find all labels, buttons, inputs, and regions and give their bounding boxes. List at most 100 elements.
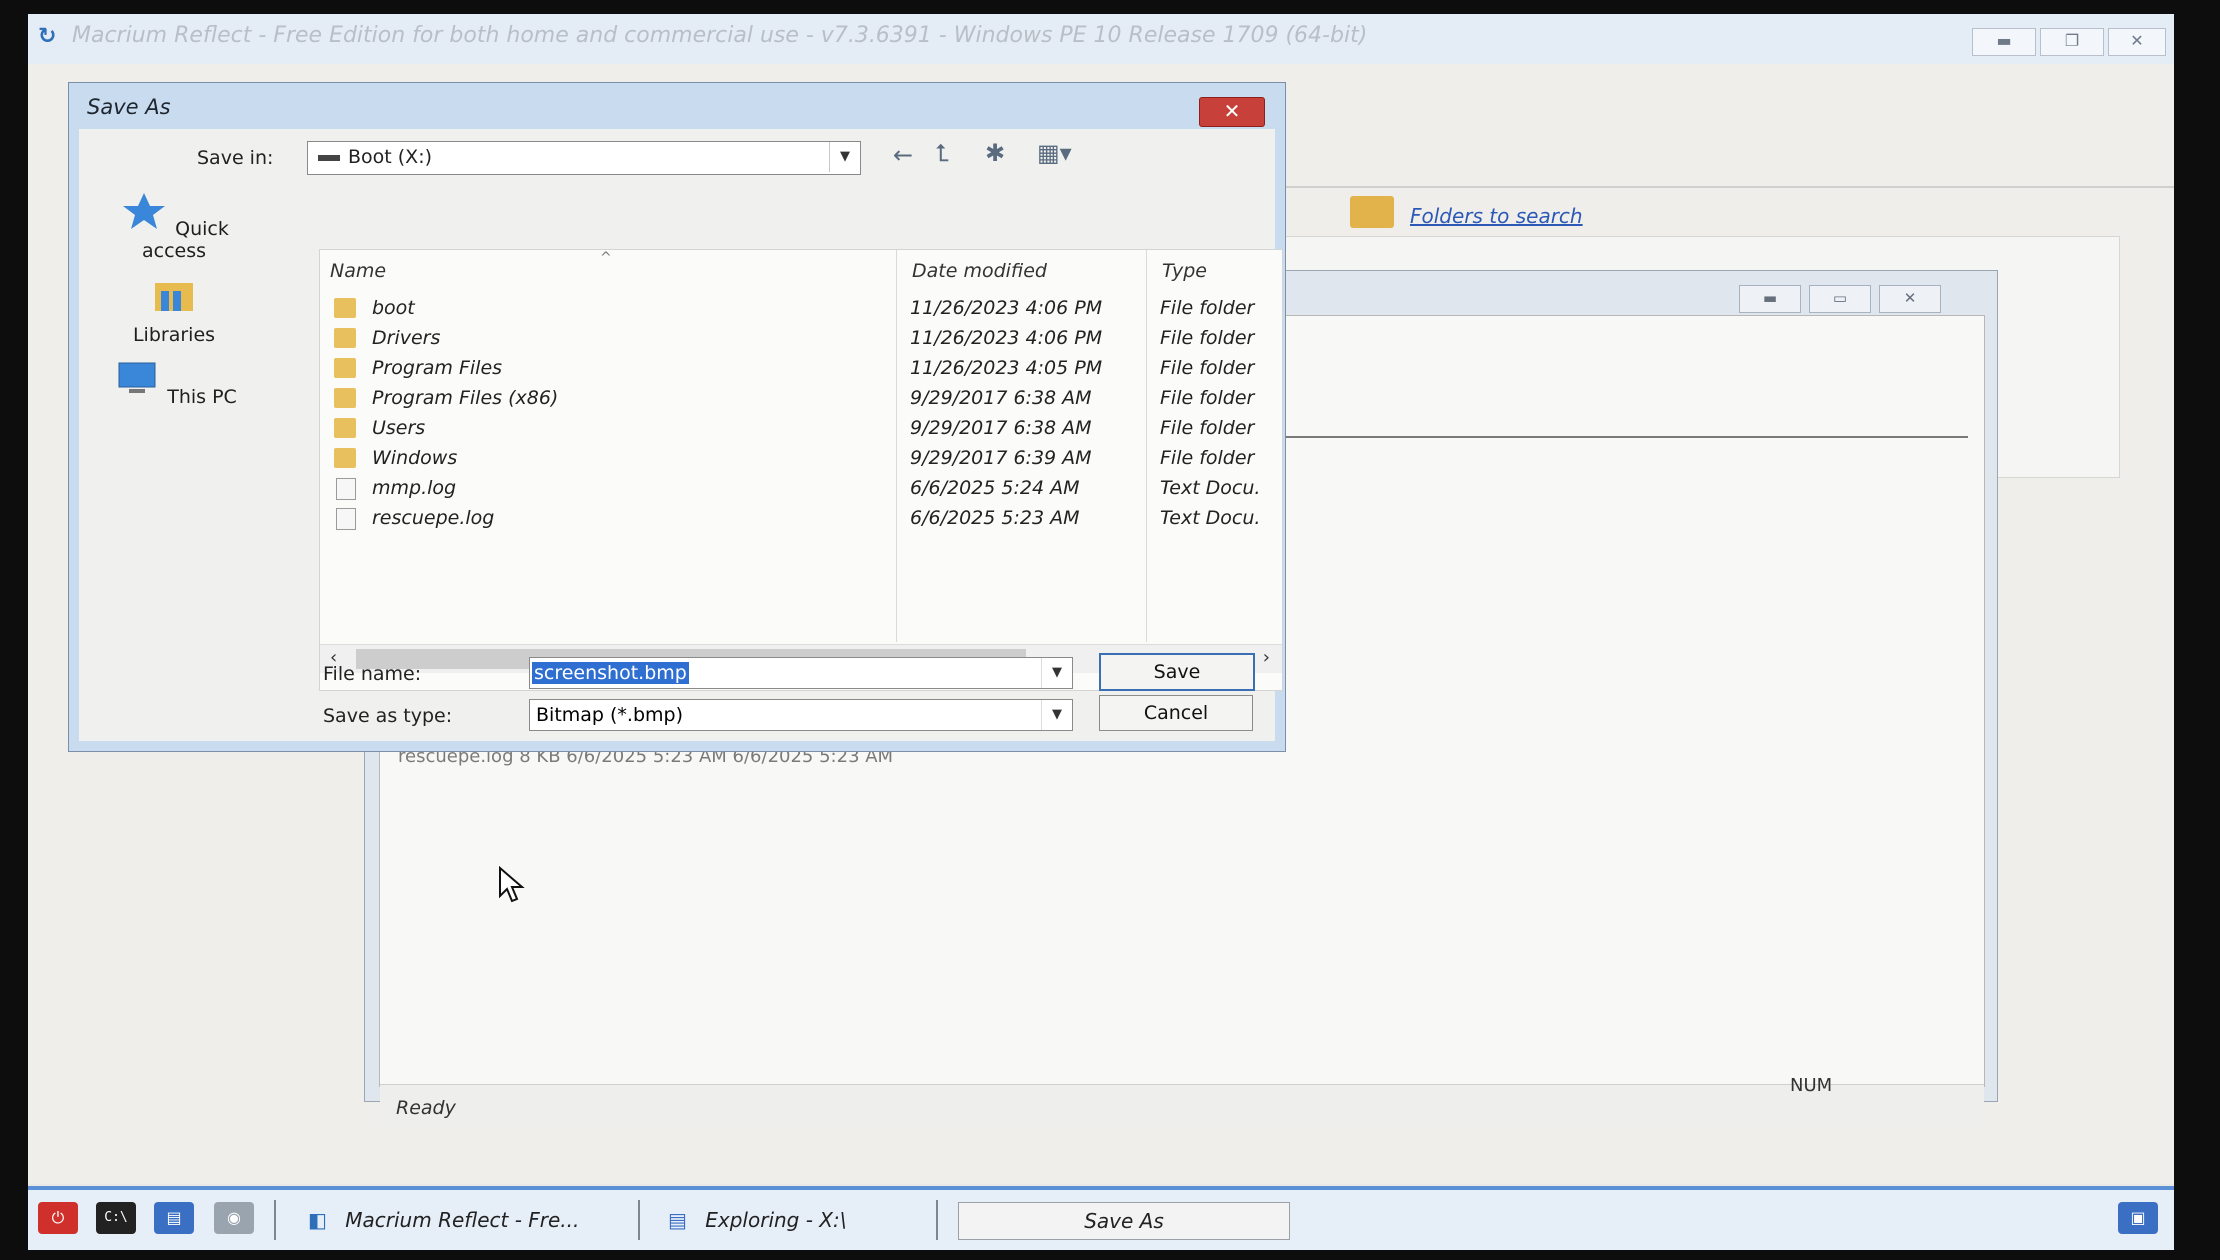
file-row[interactable]: mmp.log 6/6/2025 5:24 AM Text Docu. <box>320 474 1282 504</box>
shutdown-icon[interactable]: ⏻ <box>38 1202 78 1234</box>
file-type: File folder <box>1160 447 1255 469</box>
cancel-button[interactable]: Cancel <box>1099 695 1253 731</box>
new-folder-icon[interactable]: ✱ <box>985 139 1005 167</box>
back-arrow-icon[interactable]: ← <box>893 141 913 169</box>
folders-search-icon <box>1350 196 1394 228</box>
taskbar-item-macrium[interactable]: ◧ Macrium Reflect - Fre... <box>308 1202 579 1238</box>
folder-icon <box>334 388 356 408</box>
file-row[interactable]: rescuepe.log 6/6/2025 5:23 AM Text Docu. <box>320 504 1282 534</box>
main-titlebar: ↻ Macrium Reflect - Free Edition for bot… <box>28 14 2174 65</box>
status-text: Ready <box>396 1097 456 1119</box>
close-button[interactable]: ✕ <box>2108 28 2166 56</box>
file-name: Users <box>372 417 426 439</box>
explorer-icon: ▤ <box>668 1208 687 1232</box>
file-date: 11/26/2023 4:06 PM <box>910 327 1103 349</box>
file-name-field[interactable]: screenshot.bmp ▼ <box>529 657 1073 689</box>
up-folder-icon[interactable]: ⮤ <box>935 139 949 167</box>
taskbar-item-exploring[interactable]: ▤ Exploring - X:\ <box>668 1202 847 1238</box>
sort-ascending-icon: ^ <box>600 250 612 266</box>
save-in-value: Boot (X:) <box>348 146 433 168</box>
file-date: 11/26/2023 4:06 PM <box>910 297 1103 319</box>
dialog-client: Save in: Boot (X:) ▼ ← ⮤ ✱ ▦▾ Quick acce… <box>79 129 1283 741</box>
file-row[interactable]: Program Files (x86) 9/29/2017 6:38 AM Fi… <box>320 384 1282 414</box>
file-type: Text Docu. <box>1160 477 1261 499</box>
file-name: Drivers <box>372 327 441 349</box>
chevron-down-icon[interactable]: ▼ <box>1041 700 1072 730</box>
save-as-type-label: Save as type: <box>323 705 453 727</box>
column-header-name[interactable]: Name <box>330 260 386 282</box>
taskbar-item-label: Macrium Reflect - Fre... <box>345 1208 580 1232</box>
computer-icon <box>118 362 156 393</box>
folder-icon <box>334 448 356 468</box>
dialog-title: Save As <box>87 95 171 119</box>
folder-icon <box>334 358 356 378</box>
explorer-divider <box>1280 436 1968 438</box>
file-name: mmp.log <box>372 477 457 499</box>
text-file-icon <box>336 508 356 530</box>
save-button[interactable]: Save <box>1099 653 1255 691</box>
explorer-maximize-button[interactable]: ▭ <box>1809 285 1871 313</box>
mouse-cursor-icon <box>499 866 525 903</box>
file-type: File folder <box>1160 387 1255 409</box>
chevron-down-icon[interactable]: ▼ <box>829 142 860 172</box>
save-as-type-select[interactable]: Bitmap (*.bmp) ▼ <box>529 699 1073 731</box>
view-menu-icon[interactable]: ▦▾ <box>1037 139 1072 167</box>
camera-icon[interactable]: ◉ <box>214 1202 254 1234</box>
command-prompt-icon[interactable]: C:\ <box>96 1202 136 1234</box>
file-type: File folder <box>1160 327 1255 349</box>
file-list[interactable]: Name ^ Date modified Type boot 11/26/202… <box>319 249 1283 691</box>
place-this-pc[interactable]: This PC <box>109 359 239 408</box>
file-type: File folder <box>1160 297 1255 319</box>
column-header-type[interactable]: Type <box>1162 260 1207 282</box>
explorer-status-bar: Ready NUM <box>380 1075 1984 1129</box>
folder-icon <box>334 298 356 318</box>
save-in-combo[interactable]: Boot (X:) ▼ <box>307 141 861 175</box>
text-file-icon <box>336 478 356 500</box>
file-row[interactable]: Drivers 11/26/2023 4:06 PM File folder <box>320 324 1282 354</box>
taskbar: ⏻ C:\ ▤ ◉ ◧ Macrium Reflect - Fre... ▤ E… <box>28 1186 2174 1250</box>
file-row[interactable]: Users 9/29/2017 6:38 AM File folder <box>320 414 1282 444</box>
taskbar-item-save-as[interactable]: Save As <box>958 1202 1290 1240</box>
file-name: boot <box>372 297 415 319</box>
explorer-quicklaunch-icon[interactable]: ▤ <box>154 1202 194 1234</box>
file-name: Program Files <box>372 357 503 379</box>
minimize-button[interactable]: ▬ <box>1972 28 2036 56</box>
macrium-app-icon: ↻ <box>38 24 57 49</box>
file-date: 9/29/2017 6:39 AM <box>910 447 1092 469</box>
restore-button[interactable]: ❐ <box>2040 28 2104 56</box>
file-date: 6/6/2025 5:23 AM <box>910 507 1080 529</box>
chevron-down-icon[interactable]: ▼ <box>1041 658 1072 688</box>
scroll-right-icon[interactable]: › <box>1263 647 1270 668</box>
file-row[interactable]: boot 11/26/2023 4:06 PM File folder <box>320 294 1282 324</box>
taskbar-separator <box>274 1200 276 1240</box>
file-name: Program Files (x86) <box>372 387 559 409</box>
file-name: rescuepe.log <box>372 507 495 529</box>
file-date: 11/26/2023 4:05 PM <box>910 357 1103 379</box>
file-name-value: screenshot.bmp <box>532 662 689 684</box>
network-tray-icon[interactable]: ▣ <box>2118 1202 2158 1234</box>
place-quick-access[interactable]: Quick access <box>109 191 239 262</box>
folders-to-search-link[interactable]: Folders to search <box>1410 204 1583 228</box>
file-date: 9/29/2017 6:38 AM <box>910 387 1092 409</box>
file-name: Windows <box>372 447 458 469</box>
explorer-close-button[interactable]: ✕ <box>1879 285 1941 313</box>
place-label: Libraries <box>132 324 216 346</box>
file-type: Text Docu. <box>1160 507 1261 529</box>
explorer-minimize-button[interactable]: ▬ <box>1739 285 1801 313</box>
folder-icon <box>334 418 356 438</box>
file-row[interactable]: Program Files 11/26/2023 4:05 PM File fo… <box>320 354 1282 384</box>
close-icon[interactable]: ✕ <box>1199 97 1265 127</box>
num-lock-indicator: NUM <box>1790 1075 1833 1096</box>
taskbar-item-label: Exploring - X:\ <box>705 1208 847 1232</box>
star-icon <box>123 193 166 229</box>
macrium-icon: ◧ <box>308 1208 327 1232</box>
place-libraries[interactable]: Libraries <box>109 275 239 346</box>
drive-icon <box>318 155 340 161</box>
save-as-dialog: Save As ✕ Save in: Boot (X:) ▼ ← ⮤ ✱ ▦▾ … <box>68 82 1286 752</box>
taskbar-separator <box>936 1200 938 1240</box>
file-row[interactable]: Windows 9/29/2017 6:39 AM File folder <box>320 444 1282 474</box>
file-date: 6/6/2025 5:24 AM <box>910 477 1080 499</box>
file-type: File folder <box>1160 417 1255 439</box>
column-header-date[interactable]: Date modified <box>912 260 1047 282</box>
save-as-type-value: Bitmap (*.bmp) <box>536 704 684 726</box>
